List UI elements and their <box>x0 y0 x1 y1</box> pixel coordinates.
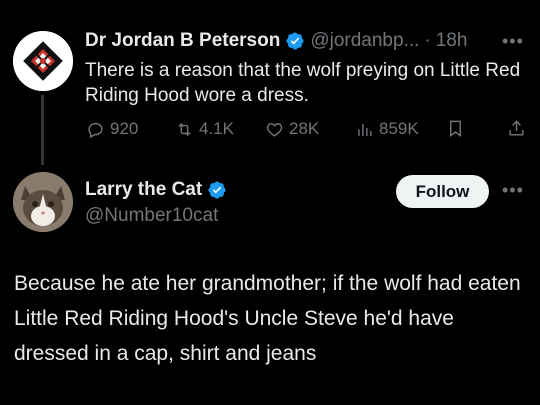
reply-count: 920 <box>110 119 139 138</box>
more-options-icon[interactable]: ••• <box>502 31 524 52</box>
parent-tweet-header: Dr Jordan B Peterson @jordanbp... · 18h <box>85 30 467 52</box>
bookmark-icon <box>450 120 461 138</box>
retweet-action[interactable]: 4.1K <box>175 119 234 139</box>
like-count: 28K <box>289 119 320 138</box>
share-action[interactable] <box>507 119 526 138</box>
cat-avatar-icon <box>13 172 73 232</box>
verified-badge-icon[interactable] <box>207 180 227 200</box>
thread-connector-line <box>41 95 44 165</box>
reply-header: Larry the Cat <box>85 179 227 201</box>
heart-icon <box>266 122 283 137</box>
share-icon <box>509 120 524 136</box>
maps-of-meaning-logo-icon <box>13 31 73 91</box>
peterson-avatar[interactable] <box>13 31 73 91</box>
author-handle[interactable]: @jordanbp... <box>310 30 419 52</box>
author-name[interactable]: Dr Jordan B Peterson <box>85 30 280 52</box>
reply-text: Because he ate her grandmother; if the w… <box>14 272 521 365</box>
parent-tweet-text: There is a reason that the wolf preying … <box>85 60 521 106</box>
reply-action[interactable]: 920 <box>86 119 138 139</box>
separator-dot: · <box>424 30 431 51</box>
view-count: 859K <box>379 119 419 138</box>
views-action[interactable]: 859K <box>355 119 419 139</box>
retweet-count: 4.1K <box>199 119 234 138</box>
bookmark-action[interactable] <box>446 119 465 138</box>
cat-photo-avatar[interactable] <box>13 172 73 232</box>
retweet-icon <box>178 122 191 136</box>
follow-button[interactable]: Follow <box>396 175 489 208</box>
verified-badge-icon[interactable] <box>285 31 305 51</box>
views-chart-icon <box>358 123 372 136</box>
reply-more-options-icon[interactable]: ••• <box>502 180 524 201</box>
reply-author-handle[interactable]: @Number10cat <box>85 205 218 227</box>
like-action[interactable]: 28K <box>265 119 319 139</box>
reply-author-name[interactable]: Larry the Cat <box>85 179 202 201</box>
reply-icon <box>88 122 103 138</box>
tweet-time[interactable]: 18h <box>436 30 468 52</box>
